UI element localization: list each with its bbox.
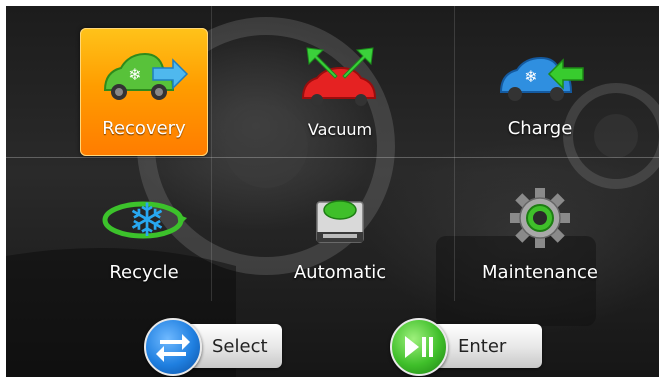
- enter-button[interactable]: Enter: [390, 318, 542, 376]
- tile-automatic[interactable]: Automatic: [276, 170, 404, 298]
- enter-disc: [390, 318, 448, 376]
- tile-recycle[interactable]: ❄ Recycle: [80, 170, 208, 298]
- row-divider: [6, 157, 659, 158]
- car-blue-arrow-in-icon: ❄: [499, 56, 584, 101]
- svg-text:❄: ❄: [128, 193, 167, 247]
- tile-charge[interactable]: ❄ Charge: [476, 28, 604, 156]
- tile-vacuum[interactable]: Vacuum: [276, 28, 404, 156]
- car-red-arrows-up-icon: [301, 47, 377, 106]
- column-divider: [454, 6, 455, 301]
- select-button[interactable]: Select: [144, 318, 282, 376]
- tile-label: Charge: [507, 118, 573, 139]
- tile-label: Recycle: [109, 262, 179, 283]
- select-disc: [144, 318, 202, 376]
- swap-arrows-icon: [156, 334, 190, 362]
- tile-label: Maintenance: [482, 262, 598, 283]
- car-blue-arrow-out-icon: ❄: [103, 52, 189, 100]
- main-menu-screen: ❄ Recovery Vacuum ❄ Charge ❄ Recycle Aut…: [6, 6, 659, 377]
- tile-maintenance[interactable]: Maintenance: [476, 170, 604, 298]
- select-button-label: Select: [212, 336, 268, 357]
- gear-green-icon: [510, 188, 570, 248]
- tile-label: Vacuum: [307, 120, 373, 139]
- svg-text:❄: ❄: [524, 67, 537, 86]
- column-divider: [211, 6, 212, 301]
- machine-green-button-icon: [316, 200, 364, 243]
- snowflake-cycle-icon: ❄: [102, 193, 187, 247]
- tile-label: Automatic: [293, 262, 387, 283]
- play-pause-icon: [405, 336, 433, 358]
- svg-text:❄: ❄: [128, 65, 141, 84]
- tile-label: Recovery: [102, 118, 186, 139]
- tile-recovery[interactable]: ❄ Recovery: [80, 28, 208, 156]
- enter-button-label: Enter: [458, 336, 507, 357]
